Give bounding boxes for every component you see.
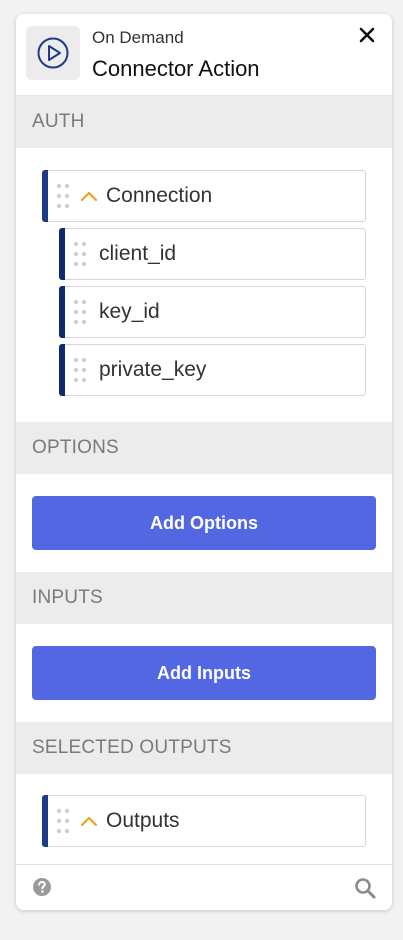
connection-group-card[interactable]: Connection [42, 170, 366, 222]
add-options-button[interactable]: Add Options [32, 496, 376, 550]
field-client-id[interactable]: client_id [59, 228, 366, 280]
panel-header: On Demand Connector Action [16, 14, 392, 96]
search-icon[interactable] [354, 877, 376, 904]
connector-action-panel: On Demand Connector Action AUTH Connecti… [16, 14, 392, 910]
close-icon[interactable] [354, 22, 380, 48]
drag-handle-icon[interactable] [67, 234, 93, 274]
page-title: Connector Action [92, 56, 260, 81]
field-private-key[interactable]: private_key [59, 344, 366, 396]
drag-handle-icon[interactable] [50, 176, 76, 216]
drag-handle-icon[interactable] [50, 801, 76, 841]
action-type-label: On Demand [92, 28, 184, 47]
connection-label: Connection [106, 184, 213, 207]
section-header-auth: AUTH [16, 96, 392, 148]
play-circle-icon [26, 26, 80, 80]
section-header-inputs: INPUTS [16, 572, 392, 624]
options-section: Add Options [16, 474, 392, 572]
drag-handle-icon[interactable] [67, 350, 93, 390]
drag-handle-icon[interactable] [67, 292, 93, 332]
chevron-up-icon[interactable] [78, 810, 100, 832]
panel-footer [16, 864, 392, 910]
field-label: private_key [99, 358, 207, 381]
field-label: client_id [99, 242, 177, 265]
add-inputs-button[interactable]: Add Inputs [32, 646, 376, 700]
field-key-id[interactable]: key_id [59, 286, 366, 338]
field-label: key_id [99, 300, 160, 323]
outputs-label: Outputs [106, 809, 180, 832]
outputs-group-card[interactable]: Outputs [42, 795, 366, 847]
outputs-section: Outputs [16, 774, 392, 873]
inputs-section: Add Inputs [16, 624, 392, 722]
help-icon[interactable] [32, 877, 52, 902]
auth-section: Connection client_id key_id private_key [16, 148, 392, 422]
section-header-options: OPTIONS [16, 422, 392, 474]
section-header-outputs: SELECTED OUTPUTS [16, 722, 392, 774]
chevron-up-icon[interactable] [78, 185, 100, 207]
